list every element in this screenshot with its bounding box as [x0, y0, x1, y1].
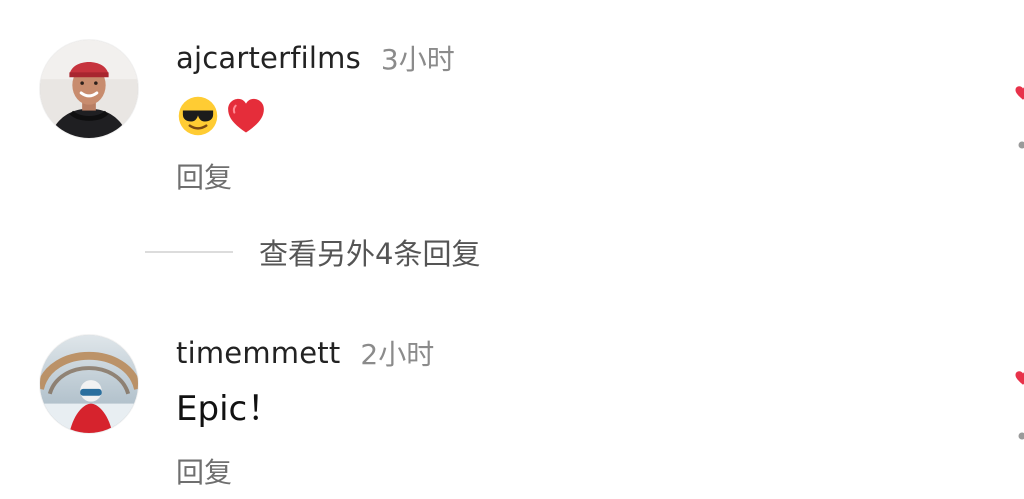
- reply-button[interactable]: 回复: [176, 156, 232, 196]
- emoji-row: [176, 94, 268, 138]
- view-more-replies-label: 查看另外4条回复: [259, 237, 481, 271]
- comment-text: Epic！: [176, 389, 282, 429]
- divider-line: [145, 251, 233, 253]
- like-count-icon: [1018, 432, 1024, 440]
- comment-item: ajcarterfilms 3小时 回复: [0, 30, 1024, 194]
- avatar-image: [40, 40, 138, 138]
- comment-content: [176, 94, 268, 138]
- timestamp: 2小时: [360, 338, 435, 371]
- timestamp: 3小时: [380, 43, 455, 76]
- smiling-face-with-sunglasses-icon: [178, 96, 218, 136]
- heart-icon[interactable]: [1014, 369, 1024, 387]
- comment-item: timemmett 2小时 Epic！ 回复: [0, 325, 1024, 489]
- comments-panel: ajcarterfilms 3小时 回复 查看另外4条回复 timemmett …: [0, 0, 1024, 499]
- avatar[interactable]: [40, 335, 138, 433]
- avatar[interactable]: [40, 40, 138, 138]
- view-more-replies[interactable]: 查看另外4条回复: [145, 232, 480, 272]
- heart-icon[interactable]: [1014, 84, 1024, 102]
- like-count-icon: [1018, 141, 1024, 149]
- comment-meta: ajcarterfilms 3小时: [176, 40, 455, 76]
- comment-meta: timemmett 2小时: [176, 335, 434, 371]
- username[interactable]: ajcarterfilms: [176, 41, 361, 75]
- username[interactable]: timemmett: [176, 336, 340, 370]
- red-heart-icon: [228, 98, 264, 133]
- reply-button[interactable]: 回复: [176, 451, 232, 491]
- avatar-image: [40, 335, 138, 433]
